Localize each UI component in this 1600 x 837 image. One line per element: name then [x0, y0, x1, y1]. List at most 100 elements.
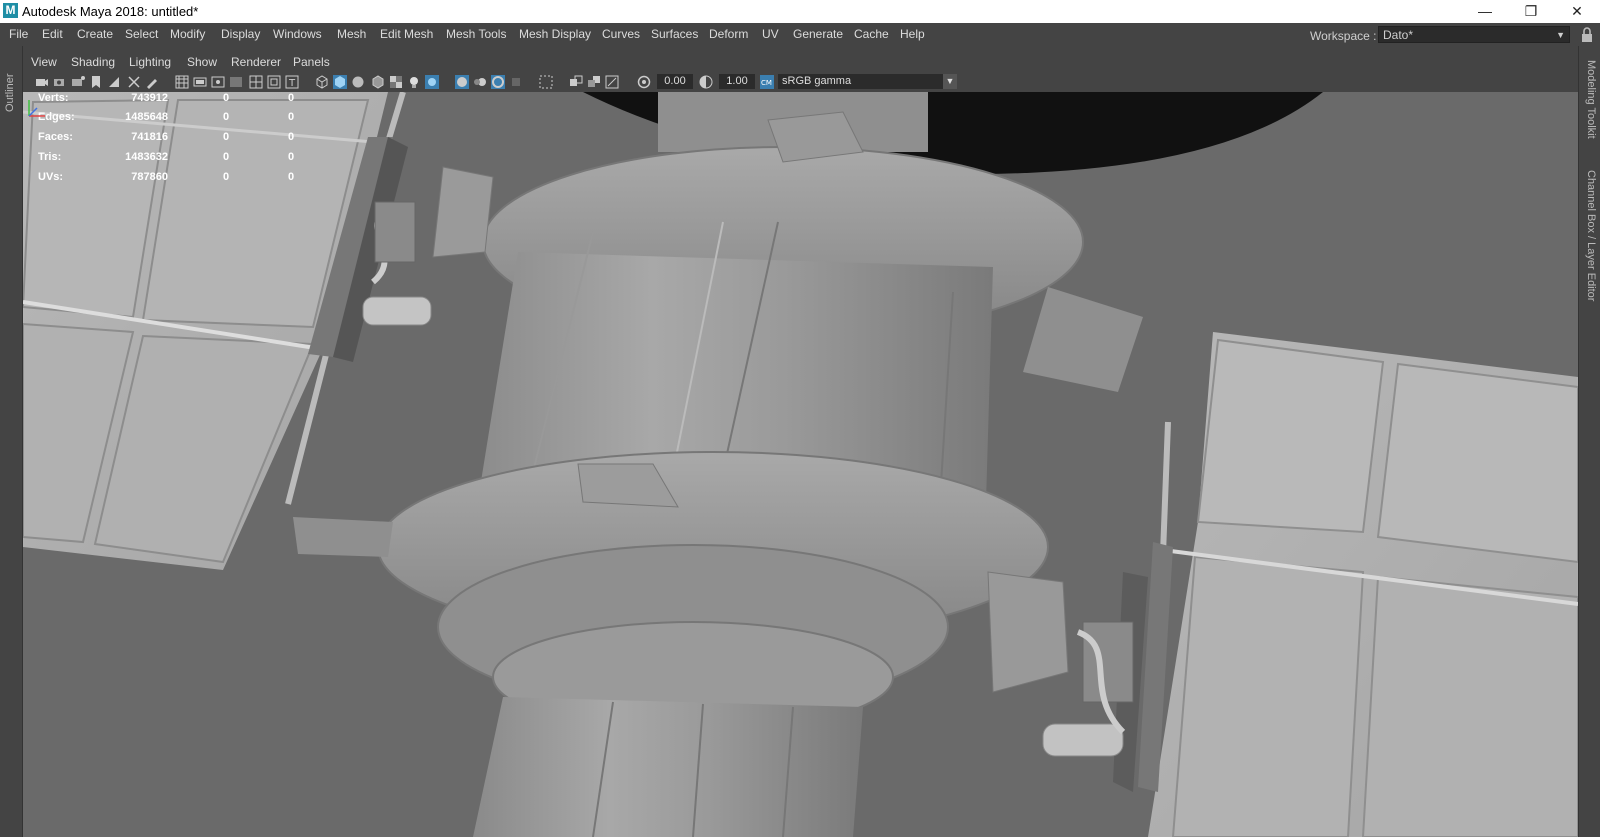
menu-modify[interactable]: Modify	[170, 27, 205, 41]
minimize-button[interactable]: —	[1462, 0, 1508, 23]
hud-label: Tris:	[38, 151, 62, 163]
viewport-toolbar: T 0.00 1.00 CM sRGB gamma ▼	[23, 72, 1578, 92]
default-material-icon[interactable]	[351, 75, 365, 89]
hud-value: 0	[223, 92, 230, 104]
hud-row-edges: Edges: 1485648 0 0	[38, 111, 318, 127]
right-panel-strip: Modeling Toolkit Channel Box / Layer Edi…	[1578, 46, 1600, 837]
safe-title-icon[interactable]: T	[285, 75, 299, 89]
grid-icon[interactable]	[175, 75, 189, 89]
menu-select[interactable]: Select	[125, 27, 158, 41]
gamma-field[interactable]: 1.00	[719, 74, 755, 89]
menu-mesh-display[interactable]: Mesh Display	[519, 27, 591, 41]
vp-menu-shading[interactable]: Shading	[71, 55, 115, 69]
hud-row-uvs: UVs: 787860 0 0	[38, 171, 318, 187]
2d-pan-zoom-icon[interactable]	[127, 75, 141, 89]
menu-curves[interactable]: Curves	[602, 27, 640, 41]
safe-action-icon[interactable]	[267, 75, 281, 89]
gate-mask-icon[interactable]	[229, 75, 243, 89]
hud-value: 0	[288, 92, 295, 104]
menu-display[interactable]: Display	[221, 27, 260, 41]
svg-text:T: T	[288, 78, 296, 89]
menu-generate[interactable]: Generate	[793, 27, 843, 41]
menu-edit[interactable]: Edit	[42, 27, 63, 41]
camera-attributes-icon[interactable]	[71, 75, 85, 89]
hud-value: 0	[223, 151, 230, 163]
xray-joints-icon[interactable]	[605, 75, 619, 89]
hud-value: 1485648	[125, 111, 168, 123]
resolution-gate-icon[interactable]	[211, 75, 225, 89]
vp-menu-renderer[interactable]: Renderer	[231, 55, 281, 69]
depth-of-field-icon[interactable]	[509, 75, 523, 89]
hud-value: 0	[288, 131, 295, 143]
xray-active-icon[interactable]	[587, 75, 601, 89]
hud-value: 1483632	[125, 151, 168, 163]
menu-uv[interactable]: UV	[762, 27, 779, 41]
vp-menu-panels[interactable]: Panels	[293, 55, 330, 69]
film-gate-icon[interactable]	[193, 75, 207, 89]
maya-logo-icon: M	[3, 3, 18, 18]
menu-windows[interactable]: Windows	[273, 27, 322, 41]
screen-space-ao-icon[interactable]	[455, 75, 469, 89]
view-transform-dropdown[interactable]: sRGB gamma ▼	[778, 74, 957, 89]
restore-button[interactable]: ❐	[1508, 0, 1554, 23]
camera-icon[interactable]	[35, 75, 49, 89]
wireframe-icon[interactable]	[315, 75, 329, 89]
view-axis-icon	[28, 100, 45, 117]
chevron-down-icon: ▼	[1556, 30, 1565, 40]
menu-cache[interactable]: Cache	[854, 27, 889, 41]
channel-box-tab[interactable]: Channel Box / Layer Editor	[1585, 170, 1597, 301]
motion-blur-icon[interactable]	[473, 75, 487, 89]
color-management-icon[interactable]: CM	[760, 75, 774, 89]
menu-file[interactable]: File	[9, 27, 28, 41]
perspective-viewport[interactable]: Verts: 743912 0 0 Edges: 1485648 0 0 Fac…	[23, 92, 1578, 837]
hud-value: 743912	[131, 92, 168, 104]
close-button[interactable]: ✕	[1554, 0, 1600, 23]
vp-menu-lighting[interactable]: Lighting	[129, 55, 171, 69]
menu-mesh[interactable]: Mesh	[337, 27, 366, 41]
menu-help[interactable]: Help	[900, 27, 925, 41]
viewport-menubar: View Shading Lighting Show Renderer Pane…	[23, 52, 1578, 72]
right-solar-panel	[1113, 332, 1578, 837]
exposure-icon[interactable]	[637, 75, 651, 89]
main-menubar: File Edit Create Select Modify Display W…	[0, 23, 1600, 46]
workspace-value: Dato*	[1383, 28, 1414, 42]
wireframe-on-shaded-icon[interactable]	[371, 75, 385, 89]
hud-row-verts: Verts: 743912 0 0	[38, 92, 318, 108]
menu-edit-mesh[interactable]: Edit Mesh	[380, 27, 433, 41]
exposure-field[interactable]: 0.00	[657, 74, 693, 89]
hud-value: 0	[288, 111, 295, 123]
menu-create[interactable]: Create	[77, 27, 113, 41]
hud-value: 0	[288, 171, 295, 183]
hud-row-faces: Faces: 741816 0 0	[38, 131, 318, 147]
outliner-tab[interactable]: Outliner	[4, 73, 16, 112]
hud-label: Faces:	[38, 131, 73, 143]
menu-mesh-tools[interactable]: Mesh Tools	[446, 27, 506, 41]
workspace-label: Workspace :	[1310, 29, 1377, 43]
svg-text:CM: CM	[761, 79, 772, 87]
workspace-dropdown[interactable]: Dato* ▼	[1378, 26, 1570, 43]
lock-icon[interactable]	[1580, 27, 1594, 43]
shadows-icon[interactable]	[425, 75, 439, 89]
bookmark-icon[interactable]	[89, 75, 103, 89]
image-plane-icon[interactable]	[107, 75, 121, 89]
use-all-lights-icon[interactable]	[407, 75, 421, 89]
modeling-toolkit-tab[interactable]: Modeling Toolkit	[1585, 60, 1597, 139]
field-chart-icon[interactable]	[249, 75, 263, 89]
textured-icon[interactable]	[389, 75, 403, 89]
menu-deform[interactable]: Deform	[709, 27, 748, 41]
xray-icon[interactable]	[569, 75, 583, 89]
hud-label: UVs:	[38, 171, 64, 183]
hud-value: 0	[223, 111, 230, 123]
camera-lock-icon[interactable]	[53, 75, 67, 89]
scene-render	[23, 92, 1578, 837]
isolate-select-icon[interactable]	[539, 75, 553, 89]
vp-menu-show[interactable]: Show	[187, 55, 217, 69]
vp-menu-view[interactable]: View	[31, 55, 57, 69]
gamma-icon[interactable]	[699, 75, 713, 89]
anti-aliasing-icon[interactable]	[491, 75, 505, 89]
grease-pencil-icon[interactable]	[145, 75, 159, 89]
menu-surfaces[interactable]: Surfaces	[651, 27, 698, 41]
outliner-strip[interactable]: Outliner	[0, 46, 23, 837]
chevron-down-icon: ▼	[943, 74, 957, 89]
smooth-shade-icon[interactable]	[333, 75, 347, 89]
